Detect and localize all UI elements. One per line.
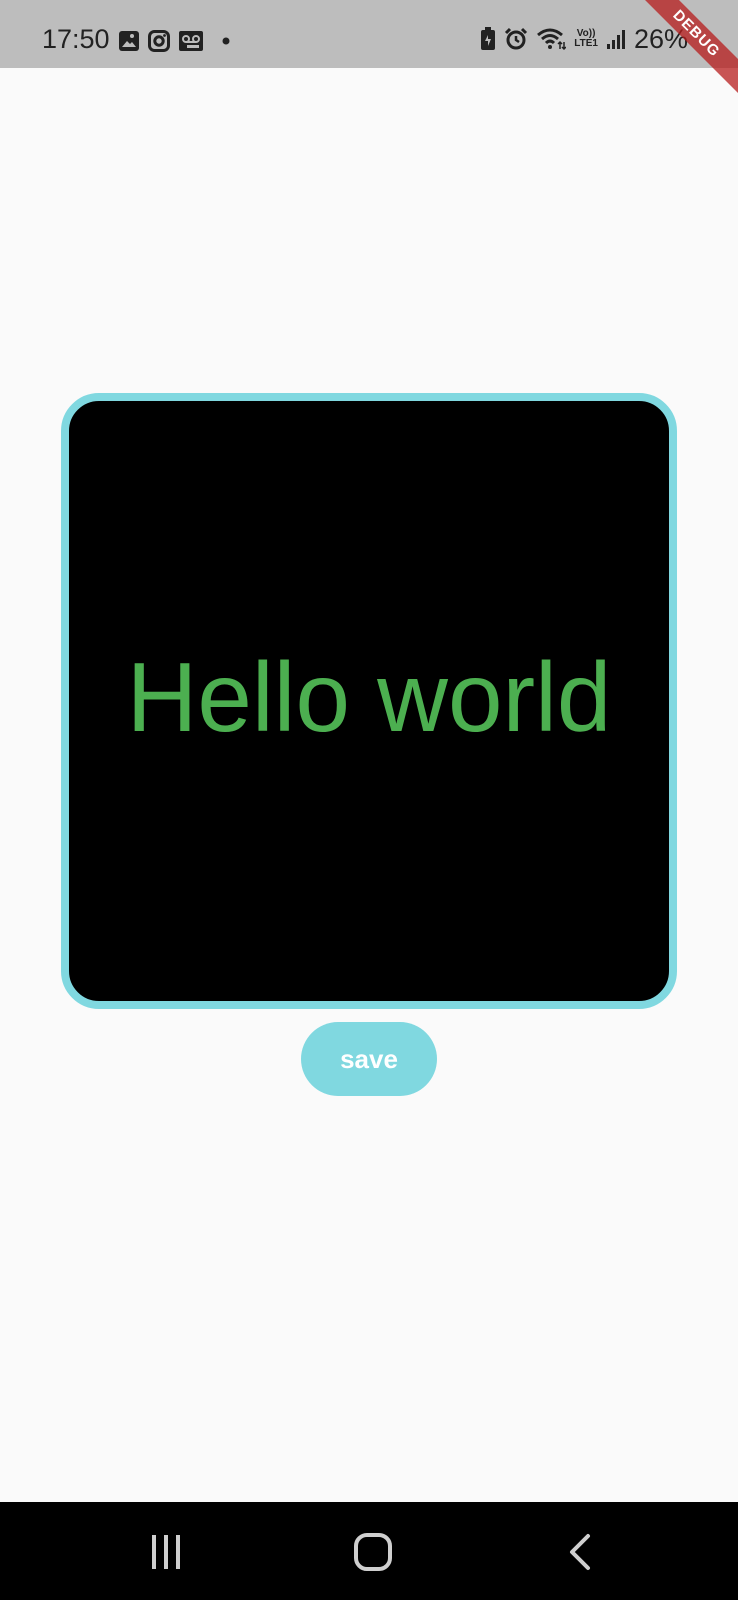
- battery-percentage: 26%: [633, 24, 688, 54]
- app-screen: 17:50 Vo)) LTE1 26% DEBUG Hello world sa…: [0, 0, 738, 1600]
- dot-icon: [222, 37, 230, 45]
- recent-apps-icon[interactable]: [142, 1532, 190, 1572]
- signal-icon: [606, 28, 626, 50]
- voicemail-icon: [178, 30, 204, 52]
- network-type: LTE1: [574, 38, 598, 49]
- battery-saver-icon: [480, 27, 496, 51]
- status-time: 17:50: [42, 24, 110, 54]
- back-icon[interactable]: [556, 1532, 604, 1572]
- gallery-icon: [118, 30, 140, 52]
- navigation-bar: [0, 1502, 738, 1600]
- home-icon[interactable]: [349, 1532, 397, 1572]
- hello-card: Hello world: [61, 393, 677, 1009]
- instagram-icon: [148, 30, 170, 52]
- wifi-icon: [536, 27, 567, 51]
- alarm-icon: [504, 27, 528, 51]
- notification-icons: [118, 30, 230, 52]
- status-bar: 17:50 Vo)) LTE1 26%: [0, 0, 738, 68]
- system-status-icons: Vo)) LTE1 26%: [480, 24, 688, 54]
- volte-icon: Vo)) LTE1: [574, 28, 598, 49]
- save-button[interactable]: save: [301, 1022, 437, 1096]
- card-text: Hello world: [126, 642, 612, 752]
